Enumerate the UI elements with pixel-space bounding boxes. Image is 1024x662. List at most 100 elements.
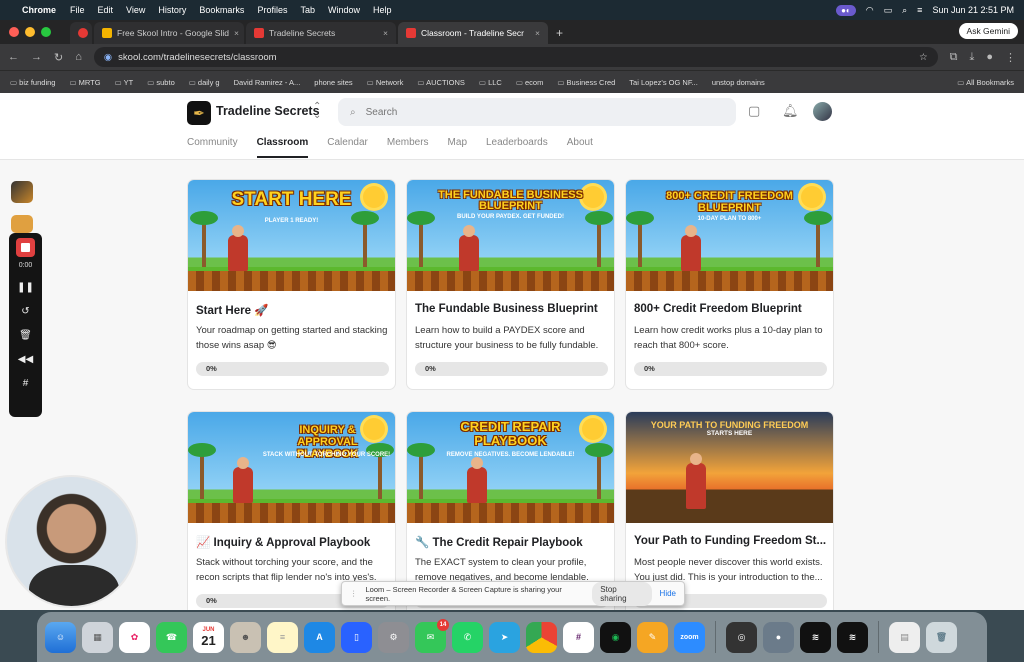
hide-banner-button[interactable]: Hide [660, 589, 676, 598]
group-name[interactable]: Tradeline Secrets [216, 104, 320, 118]
bookmark-item[interactable]: unstop domains [712, 78, 765, 87]
search-menubar-icon[interactable]: ⌕ [902, 5, 907, 16]
minimize-window-button[interactable] [25, 27, 35, 37]
chat-icon[interactable]: ▢ [748, 103, 760, 119]
calendar-icon[interactable]: JUN 21 [193, 621, 224, 653]
close-window-button[interactable] [9, 27, 19, 37]
menu-profiles[interactable]: Profiles [257, 5, 287, 15]
menu-help[interactable]: Help [373, 5, 392, 15]
trash-dock-icon[interactable]: 🗑︎ [926, 621, 957, 653]
loom-app-icon-2[interactable] [11, 215, 33, 233]
menu-window[interactable]: Window [328, 5, 360, 15]
download-icon[interactable]: ⤓ [969, 51, 974, 64]
search-input[interactable] [365, 106, 724, 118]
whatsapp-icon[interactable]: ✆ [452, 621, 483, 653]
grid-icon[interactable]: # [23, 378, 29, 389]
bookmark-item[interactable]: Network [367, 78, 404, 87]
bookmark-item[interactable]: subto [147, 78, 174, 87]
bookmark-item[interactable]: LLC [479, 78, 502, 87]
rewind-icon[interactable]: ◀◀ [18, 354, 33, 365]
shortcut-app-icon-2[interactable]: ≋ [837, 621, 868, 653]
pages-icon[interactable]: ✎ [637, 621, 668, 653]
pause-icon[interactable]: ❚❚ [17, 282, 34, 293]
tab-google-slides[interactable]: Free Skool Intro - Google Slid × [94, 22, 244, 44]
slack-icon[interactable]: # [563, 621, 594, 653]
tab-tradeline-secrets[interactable]: Tradeline Secrets × [246, 22, 396, 44]
close-tab-icon[interactable]: × [383, 28, 388, 38]
app-icon[interactable]: ● [763, 621, 794, 653]
drag-handle-icon[interactable]: ⋮ [350, 589, 358, 598]
group-logo[interactable]: ✒ [187, 101, 211, 125]
bookmark-item[interactable]: David Ramirez - A... [234, 78, 301, 87]
maximize-window-button[interactable] [41, 27, 51, 37]
document-icon[interactable]: ▤ [889, 621, 920, 653]
tab-about[interactable]: About [567, 137, 593, 158]
trash-icon[interactable]: 🗑︎ [19, 330, 32, 341]
menubar-datetime[interactable]: Sun Jun 21 2:51 PM [932, 5, 1014, 15]
app-store-icon[interactable]: A [304, 621, 335, 653]
webcam-bubble[interactable] [5, 475, 138, 608]
address-bar[interactable]: ◉ skool.com/tradelinesecrets/classroom ☆ [93, 47, 938, 67]
shortcut-app-icon[interactable]: ≋ [800, 621, 831, 653]
course-card[interactable]: 800+ CREDIT FREEDOM BLUEPRINT 10-DAY PLA… [625, 179, 834, 390]
search-bar[interactable]: ⌕ [338, 98, 736, 126]
tab-calendar[interactable]: Calendar [327, 137, 368, 158]
bookmark-item[interactable]: ecom [516, 78, 543, 87]
bookmark-item[interactable]: biz funding [10, 78, 55, 87]
user-avatar[interactable] [813, 102, 832, 121]
stop-recording-button[interactable] [16, 238, 35, 257]
chrome-icon[interactable] [526, 621, 557, 653]
tab-map[interactable]: Map [448, 137, 467, 158]
menu-view[interactable]: View [126, 5, 145, 15]
tab-community[interactable]: Community [187, 137, 238, 158]
all-bookmarks[interactable]: All Bookmarks [957, 78, 1014, 87]
back-icon[interactable]: ← [8, 51, 19, 63]
course-card[interactable]: THE FUNDABLE BUSINESS BLUEPRINT BUILD YO… [406, 179, 615, 390]
simulator-icon[interactable]: ▯ [341, 621, 372, 653]
wifi-icon[interactable]: ◠ [866, 5, 874, 16]
menu-file[interactable]: File [70, 5, 85, 15]
tab-members[interactable]: Members [387, 137, 429, 158]
bookmark-item[interactable]: AUCTIONS [417, 78, 465, 87]
menu-tab[interactable]: Tab [300, 5, 315, 15]
loom-app-icon[interactable] [11, 181, 33, 203]
obs-icon[interactable]: ◎ [726, 621, 757, 653]
telegram-icon[interactable]: ➤ [489, 621, 520, 653]
menu-edit[interactable]: Edit [98, 5, 114, 15]
system-settings-icon[interactable]: ⚙ [378, 621, 409, 653]
stop-sharing-button[interactable]: Stop sharing [592, 581, 652, 606]
notes-icon[interactable]: ≡ [267, 621, 298, 653]
bookmark-item[interactable]: YT [115, 78, 134, 87]
close-tab-icon[interactable]: × [535, 28, 540, 38]
extensions-icon[interactable]: ⧉ [950, 51, 958, 64]
launchpad-icon[interactable]: ▦ [82, 621, 113, 653]
bookmark-item[interactable]: Tai Lopez's OG NF... [629, 78, 698, 87]
control-center-icon[interactable]: ≡ [917, 5, 922, 15]
ask-gemini-button[interactable]: Ask Gemini [958, 23, 1018, 39]
profile-avatar[interactable]: ● [986, 51, 993, 63]
screen-share-indicator-icon[interactable]: ●◐ [836, 4, 856, 16]
forward-icon[interactable]: → [31, 51, 42, 63]
zoom-icon[interactable]: zoom [674, 621, 705, 653]
bookmark-item[interactable]: Business Cred [557, 78, 616, 87]
tab-leaderboards[interactable]: Leaderboards [486, 137, 548, 158]
finder-icon[interactable]: ☺ [45, 621, 76, 653]
tab-classroom[interactable]: Classroom - Tradeline Secr × [398, 22, 548, 44]
battery-icon[interactable]: ▭ [884, 5, 893, 16]
bookmark-star-icon[interactable]: ☆ [919, 52, 928, 63]
close-tab-icon[interactable]: × [234, 28, 239, 38]
group-switcher-icon[interactable]: ⌃ ⌄ [313, 102, 321, 121]
spotify-icon[interactable]: ◉ [600, 621, 631, 653]
site-info-icon[interactable]: ◉ [104, 52, 112, 63]
contacts-icon[interactable]: ☻ [230, 621, 261, 653]
menu-history[interactable]: History [158, 5, 186, 15]
messages-icon[interactable]: ✉ 14 [415, 618, 449, 653]
bookmark-item[interactable]: MRTG [69, 78, 101, 87]
new-tab-button[interactable]: + [556, 26, 563, 40]
bookmark-item[interactable]: daily g [189, 78, 220, 87]
photos-icon[interactable]: ✿ [119, 621, 150, 653]
restart-icon[interactable]: ↺ [21, 306, 29, 317]
reload-icon[interactable]: ↻ [54, 51, 63, 64]
menu-app-name[interactable]: Chrome [22, 5, 56, 15]
home-icon[interactable]: ⌂ [75, 51, 82, 63]
